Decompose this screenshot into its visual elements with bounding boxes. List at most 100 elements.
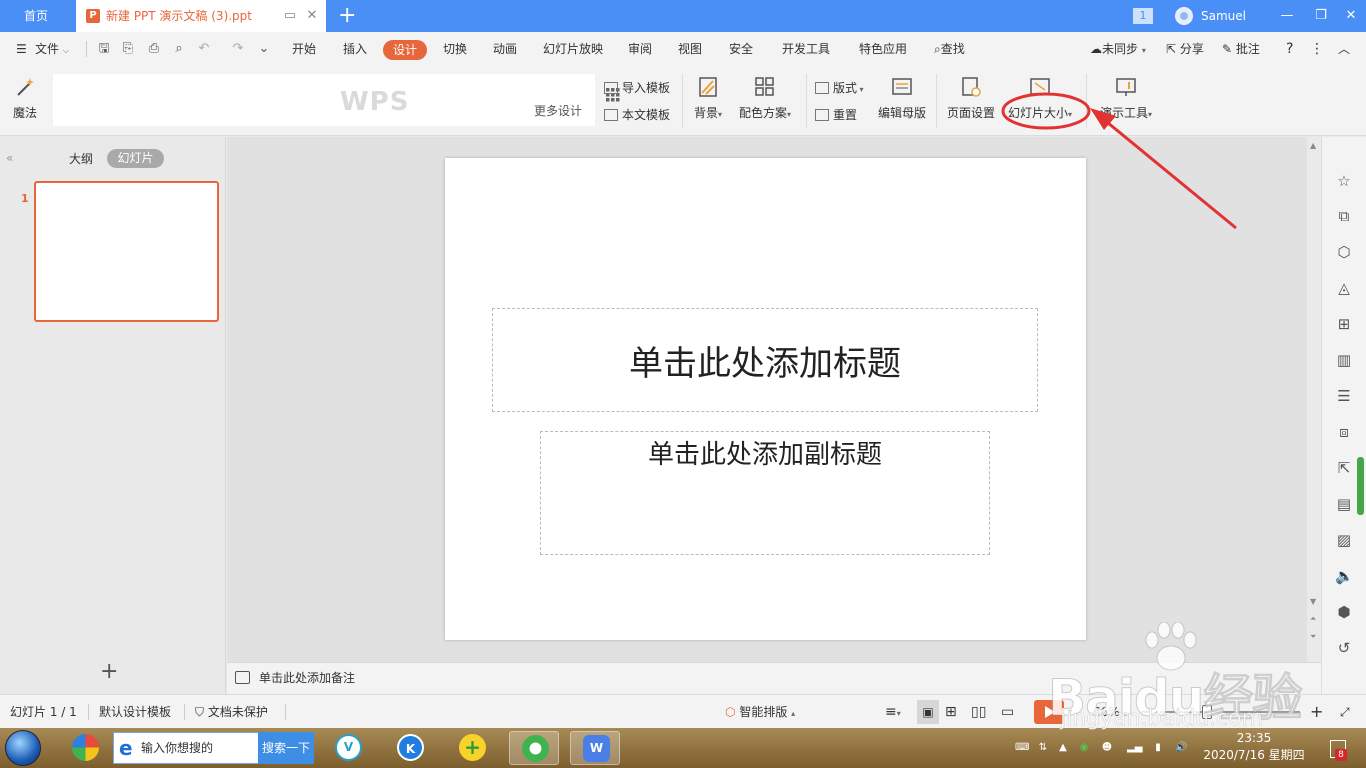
picture-icon[interactable]: ▨ bbox=[1335, 531, 1353, 549]
settings-sliders-icon[interactable]: ☰ bbox=[1335, 387, 1353, 405]
right-panel-scroll-thumb[interactable] bbox=[1357, 457, 1364, 515]
this-template-button[interactable]: 本文模板 bbox=[604, 106, 670, 123]
menu-insert[interactable]: 插入 bbox=[343, 32, 367, 66]
window-count-badge[interactable]: 1 bbox=[1133, 8, 1153, 24]
tab-outline[interactable]: 大纲 bbox=[69, 150, 93, 167]
minimize-icon[interactable]: — bbox=[1272, 0, 1302, 32]
network-icon[interactable]: ▂▄ bbox=[1127, 742, 1142, 754]
taskbar-app-wps[interactable]: W bbox=[570, 731, 620, 765]
copy-style-icon[interactable]: ⧉ bbox=[1335, 207, 1353, 225]
slide-size-button[interactable]: 幻灯片大小▾ bbox=[1004, 76, 1076, 121]
slide-thumbnail[interactable] bbox=[34, 181, 219, 322]
alignment-icon[interactable]: ≡▾ bbox=[885, 695, 901, 731]
taskbar-app-plus[interactable]: + bbox=[447, 731, 497, 765]
format-painter-icon[interactable]: ⎘ bbox=[120, 42, 136, 56]
green-tray-icon[interactable]: ◉ bbox=[1078, 742, 1090, 754]
menu-home[interactable]: 开始 bbox=[292, 32, 316, 66]
save-icon[interactable]: 🖫 bbox=[96, 42, 112, 56]
document-protection[interactable]: ⛉ 文档未保护 bbox=[195, 695, 268, 729]
show-hidden-icons-icon[interactable]: ▲ bbox=[1057, 742, 1069, 754]
help-icon[interactable]: ? bbox=[1286, 32, 1293, 66]
print-preview-icon[interactable]: ⌕ bbox=[171, 42, 187, 56]
close-tab-icon[interactable]: ✕ bbox=[304, 8, 320, 24]
menu-find[interactable]: ⌕查找 bbox=[934, 32, 965, 66]
start-button[interactable] bbox=[5, 730, 41, 766]
scroll-up-icon[interactable]: ▲ bbox=[1310, 141, 1316, 150]
menu-animation[interactable]: 动画 bbox=[493, 32, 517, 66]
redo-icon[interactable]: ↷ bbox=[230, 42, 246, 56]
taskbar-app-browser[interactable] bbox=[509, 731, 559, 765]
menu-developer[interactable]: 开发工具 bbox=[782, 32, 830, 66]
collapse-ribbon-icon[interactable]: ︿ bbox=[1338, 32, 1350, 66]
animation-star-icon[interactable]: ☆ bbox=[1335, 172, 1353, 190]
share-button[interactable]: ⇱ 分享 bbox=[1166, 32, 1204, 66]
shield-icon[interactable]: ⬢ bbox=[1335, 603, 1353, 621]
edit-master-button[interactable]: 编辑母版 bbox=[876, 76, 928, 121]
presenter-view-icon[interactable]: ▭ bbox=[1001, 695, 1014, 729]
subtitle-placeholder[interactable]: 单击此处添加副标题 bbox=[540, 431, 990, 555]
shapes-icon[interactable]: ⬡ bbox=[1335, 243, 1353, 261]
monitor-icon[interactable]: ▭ bbox=[282, 8, 298, 24]
menu-security[interactable]: 安全 bbox=[729, 32, 753, 66]
audio-icon[interactable]: 🔈 bbox=[1335, 567, 1354, 585]
image-gallery-icon[interactable]: ⧈ bbox=[1335, 423, 1353, 441]
page-setup-button[interactable]: 页面设置 bbox=[945, 76, 997, 121]
more-options-icon[interactable]: ⋮ bbox=[1310, 32, 1324, 66]
menu-view[interactable]: 视图 bbox=[678, 32, 702, 66]
search-button[interactable]: 搜索一下 bbox=[258, 732, 314, 764]
device-icon[interactable]: ▮ bbox=[1152, 742, 1164, 754]
comment-button[interactable]: ✎ 批注 bbox=[1222, 32, 1260, 66]
slide[interactable]: 单击此处添加标题 单击此处添加副标题 bbox=[445, 158, 1086, 640]
restore-icon[interactable]: ❐ bbox=[1306, 0, 1336, 32]
vertical-scrollbar[interactable]: ▲ ▼ ⏶ ⏷ bbox=[1307, 137, 1321, 662]
sync-status[interactable]: ☁未同步 ▾ bbox=[1090, 32, 1146, 66]
color-scheme-button[interactable]: 配色方案▾ bbox=[736, 76, 794, 121]
archive-icon[interactable]: ▤ bbox=[1335, 495, 1353, 513]
menu-review[interactable]: 审阅 bbox=[628, 32, 652, 66]
menu-slideshow[interactable]: 幻灯片放映 bbox=[543, 32, 603, 66]
tab-document[interactable]: P 新建 PPT 演示文稿 (3).ppt ▭ ✕ bbox=[76, 0, 326, 32]
scroll-down-icon[interactable]: ▼ bbox=[1310, 597, 1316, 606]
menu-file[interactable]: 文件 ⌵ bbox=[35, 32, 69, 66]
add-slide-plus-icon[interactable]: + bbox=[100, 661, 118, 683]
tab-home[interactable]: 首页 bbox=[0, 0, 72, 32]
qq-penguin-icon[interactable]: ☻ bbox=[1101, 742, 1113, 754]
layout-button[interactable]: 版式 ▾ bbox=[815, 79, 864, 96]
taskbar-search-input[interactable]: e 输入你想搜的 bbox=[113, 732, 259, 764]
notes-placeholder[interactable]: 单击此处添加备注 bbox=[259, 663, 355, 693]
collapse-panel-icon[interactable]: « bbox=[6, 151, 13, 165]
design-template-gallery[interactable]: WPS 更多设计 bbox=[53, 74, 620, 126]
reading-view-icon[interactable]: ▯▯ bbox=[971, 695, 986, 729]
presentation-tools-button[interactable]: 演示工具▾ bbox=[1096, 76, 1156, 121]
magic-button[interactable]: 魔法 bbox=[10, 76, 40, 121]
keyboard-icon[interactable]: ⌨ bbox=[1015, 742, 1029, 754]
normal-view-icon[interactable]: ▣ bbox=[917, 700, 939, 724]
smart-layout-button[interactable]: ⬡ 智能排版 ▴ bbox=[725, 695, 795, 731]
tab-slides[interactable]: 幻灯片 bbox=[107, 149, 164, 168]
slide-sorter-view-icon[interactable]: ⊞ bbox=[945, 695, 957, 729]
design-template-status[interactable]: 默认设计模板 bbox=[99, 695, 171, 729]
menu-transition[interactable]: 切换 bbox=[443, 32, 467, 66]
background-button[interactable]: 背景▾ bbox=[690, 76, 726, 121]
close-window-icon[interactable]: ✕ bbox=[1336, 0, 1366, 32]
undo-icon[interactable]: ↶ bbox=[196, 42, 212, 56]
username[interactable]: Samuel bbox=[1201, 0, 1246, 32]
new-tab-plus-icon[interactable]: + bbox=[338, 2, 356, 30]
taskbar-app-colorful[interactable] bbox=[60, 731, 110, 765]
taskbar-app-k[interactable]: K bbox=[385, 731, 435, 765]
hamburger-icon[interactable]: ☰ bbox=[16, 32, 27, 66]
fill-icon[interactable]: ◬ bbox=[1335, 279, 1353, 297]
grid-layout-icon[interactable]: ⊞ bbox=[1335, 315, 1353, 333]
reset-button[interactable]: 重置 bbox=[815, 106, 857, 123]
print-icon[interactable]: ⎙ bbox=[146, 42, 162, 56]
avatar[interactable] bbox=[1175, 7, 1193, 25]
menu-special[interactable]: 特色应用 bbox=[859, 32, 907, 66]
taskbar-app-v[interactable]: V bbox=[323, 731, 373, 765]
import-template-button[interactable]: 导入模板 bbox=[604, 79, 670, 96]
share-out-icon[interactable]: ⇱ bbox=[1335, 459, 1353, 477]
title-placeholder[interactable]: 单击此处添加标题 bbox=[492, 308, 1038, 412]
chart-icon[interactable]: ▥ bbox=[1335, 351, 1353, 369]
volume-icon[interactable]: 🔊 bbox=[1175, 742, 1187, 754]
menu-design[interactable]: 设计 bbox=[383, 40, 427, 60]
customize-chevron-icon[interactable]: ⌄ bbox=[256, 42, 272, 56]
